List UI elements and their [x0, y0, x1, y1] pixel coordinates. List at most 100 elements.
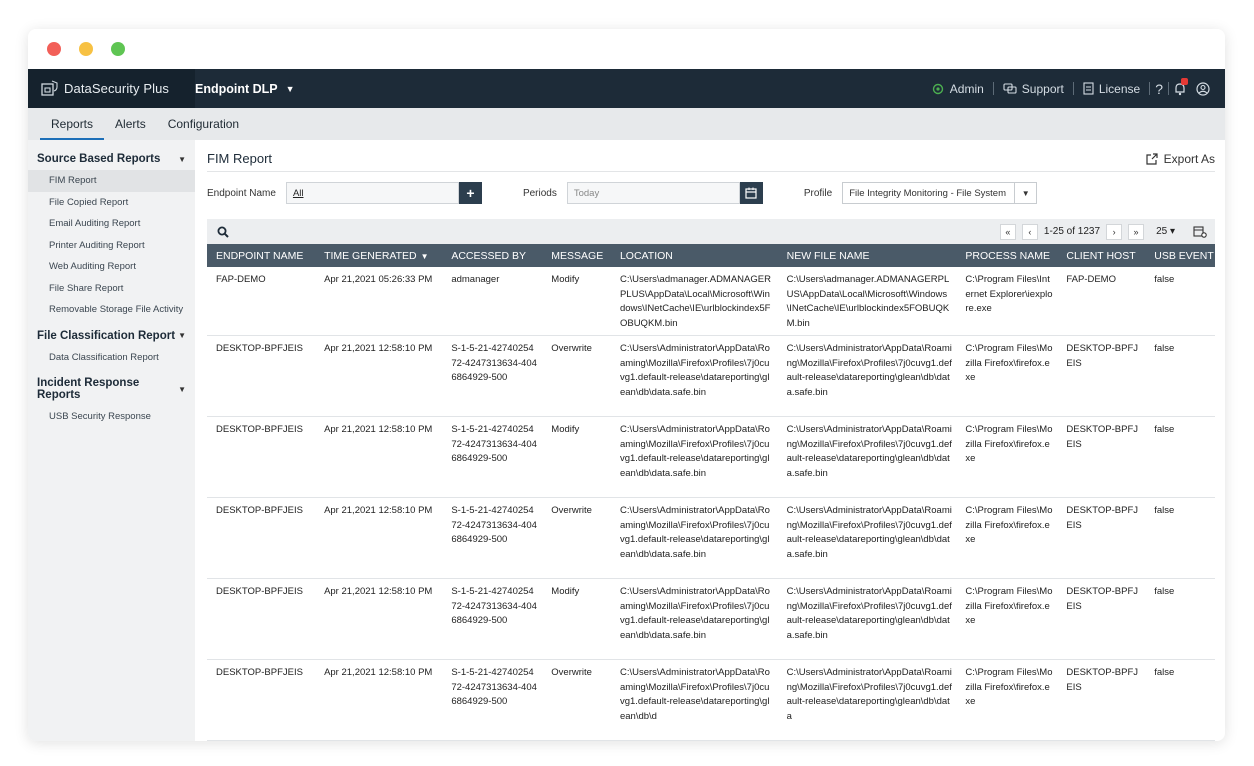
endpoint-name-cell: DESKTOP-BPFJEIS — [207, 416, 316, 498]
top-right-nav: Admin Support License ? — [922, 69, 1215, 108]
first-page-button[interactable]: « — [999, 223, 1016, 240]
table-row[interactable]: FAP-DEMO Apr 21,2021 05:26:33 PM admanager… — [207, 267, 1215, 336]
sort-desc-icon: ▼ — [420, 251, 429, 261]
sidebar-group-incident-response[interactable]: Incident Response Reports ▼ — [28, 372, 195, 406]
endpoint-name-cell: DESKTOP-BPFJEIS — [207, 578, 316, 660]
table-row[interactable]: DESKTOP-BPFJEIS Apr 21,2021 12:58:10 PM S-… — [207, 497, 1215, 579]
new-file-name-cell: C:\Users\Administrator\AppData\Roaming\M… — [777, 578, 957, 660]
client-host-cell: DESKTOP-BPFJEIS — [1057, 578, 1146, 660]
new-file-name-cell: C:\Users\Administrator\AppData\Roaming\M… — [777, 497, 957, 579]
sidebar-item-file-copied-report[interactable]: File Copied Report — [28, 192, 195, 214]
process-name-cell: C:\Program Files\Mozilla Firefox\firefox… — [956, 416, 1058, 498]
column-header-sorted[interactable]: TIME GENERATED ▼ — [315, 244, 443, 267]
support-link[interactable]: Support — [994, 82, 1073, 96]
license-link[interactable]: License — [1074, 82, 1149, 96]
column-header[interactable]: PROCESS NAME — [956, 244, 1058, 267]
admin-label: Admin — [949, 81, 984, 96]
sidebar-item-removable-storage[interactable]: Removable Storage File Activity — [28, 299, 195, 321]
column-header[interactable]: LOCATION — [610, 244, 778, 267]
window-titlebar — [28, 29, 1225, 69]
sidebar-item-web-auditing-report[interactable]: Web Auditing Report — [28, 256, 195, 278]
table-row[interactable]: DESKTOP-BPFJEIS Apr 21,2021 12:58:10 PM S-… — [207, 578, 1215, 660]
tab-reports[interactable]: Reports — [40, 108, 105, 140]
datasecurity-logo-icon — [41, 79, 58, 96]
sidebar-item-printer-auditing-report[interactable]: Printer Auditing Report — [28, 235, 195, 257]
client-host-cell: DESKTOP-BPFJEIS — [1057, 659, 1146, 741]
notifications-button[interactable] — [1169, 77, 1191, 96]
help-button[interactable]: ? — [1150, 81, 1168, 97]
module-tabs: Reports Alerts Configuration — [28, 108, 1225, 140]
table-row[interactable]: DESKTOP-BPFJEIS Apr 21,2021 12:58:10 PM S-… — [207, 416, 1215, 498]
close-window-button[interactable] — [47, 42, 61, 56]
brand-logo[interactable]: DataSecurity Plus — [28, 69, 195, 108]
column-header[interactable]: USB EVENT — [1145, 244, 1215, 267]
tab-label: Reports — [51, 117, 94, 131]
client-host-cell: FAP-DEMO — [1057, 267, 1146, 336]
sidebar-item-file-share-report[interactable]: File Share Report — [28, 278, 195, 300]
usb-event-cell: false — [1145, 416, 1215, 498]
message-cell: Overwrite — [542, 335, 611, 417]
sidebar-item-data-classification[interactable]: Data Classification Report — [28, 347, 195, 369]
sidebar-group-source-based[interactable]: Source Based Reports ▼ — [28, 148, 195, 170]
sidebar-group-file-classification[interactable]: File Classification Report ▼ — [28, 325, 195, 347]
column-settings-icon[interactable] — [1193, 225, 1207, 238]
product-name: Endpoint DLP — [195, 81, 278, 96]
new-file-name-cell: C:\Users\Administrator\AppData\Roaming\M… — [777, 335, 957, 417]
admin-link[interactable]: Admin — [922, 82, 993, 96]
message-cell: Overwrite — [542, 497, 611, 579]
time-generated-cell: Apr 21,2021 12:58:10 PM — [315, 416, 443, 498]
message-cell: Modify — [542, 578, 611, 660]
minimize-window-button[interactable] — [79, 42, 93, 56]
add-endpoint-button[interactable]: + — [458, 182, 482, 204]
table-row[interactable]: DESKTOP-BPFJEIS Apr 21,2021 12:58:10 PM S-… — [207, 335, 1215, 417]
column-header[interactable]: ENDPOINT NAME — [207, 244, 316, 267]
prev-page-button[interactable]: ‹ — [1021, 223, 1038, 240]
sidebar-group-label: Source Based Reports — [37, 153, 161, 165]
process-name-cell: C:\Program Files\Internet Explorer\iexpl… — [956, 267, 1058, 336]
client-host-cell: DESKTOP-BPFJEIS — [1057, 416, 1146, 498]
table-header-row: ENDPOINT NAME TIME GENERATED ▼ ACCESSED B… — [207, 244, 1215, 267]
table-row[interactable]: DESKTOP-BPFJEIS Apr 21,2021 12:58:10 PM S-… — [207, 659, 1215, 741]
column-header[interactable]: ACCESSED BY — [442, 244, 543, 267]
product-switcher[interactable]: Endpoint DLP ▼ — [195, 69, 295, 108]
location-cell: C:\Users\Administrator\AppData\Roaming\M… — [610, 497, 778, 579]
calendar-icon — [745, 187, 757, 199]
location-cell: C:\Users\Administrator\AppData\Roaming\M… — [610, 416, 778, 498]
export-icon — [1146, 152, 1158, 165]
usb-event-cell: false — [1145, 497, 1215, 579]
sidebar-item-usb-security-response[interactable]: USB Security Response — [28, 406, 195, 428]
profile-select[interactable]: File Integrity Monitoring - File System … — [842, 182, 1038, 204]
column-header[interactable]: CLIENT HOST — [1057, 244, 1146, 267]
export-button[interactable]: Export As — [1146, 152, 1215, 166]
column-header-label: TIME GENERATED — [324, 249, 417, 262]
time-generated-cell: Apr 21,2021 12:58:10 PM — [315, 497, 443, 579]
report-content: FIM Report Export As Endpoint Name All +… — [195, 140, 1225, 741]
search-icon[interactable] — [217, 226, 229, 238]
new-file-name-cell: C:\Users\admanager.ADMANAGERPLUS\AppData… — [777, 267, 957, 336]
user-avatar-icon — [1196, 81, 1210, 96]
page-size-select[interactable]: 25 ▾ — [1156, 226, 1175, 237]
maximize-window-button[interactable] — [111, 42, 125, 56]
filter-bar: Endpoint Name All + Periods Today Profil… — [207, 172, 1215, 214]
next-page-button[interactable]: › — [1106, 223, 1123, 240]
profile-select-value: File Integrity Monitoring - File System — [849, 187, 1006, 199]
column-header[interactable]: MESSAGE — [542, 244, 611, 267]
sidebar-group-label: Incident Response Reports — [37, 377, 140, 401]
tab-configuration[interactable]: Configuration — [157, 108, 250, 140]
calendar-button[interactable] — [739, 182, 763, 204]
tab-alerts[interactable]: Alerts — [104, 108, 157, 140]
periods-field[interactable]: Today — [566, 182, 740, 204]
top-navbar: DataSecurity Plus Endpoint DLP ▼ Admin S… — [28, 69, 1225, 108]
sidebar-item-fim-report[interactable]: FIM Report — [28, 170, 195, 192]
accessed-by-cell: S-1-5-21-4274025472-4247313634-404686492… — [442, 578, 543, 660]
column-header[interactable]: NEW FILE NAME — [777, 244, 957, 267]
accessed-by-cell: admanager — [442, 267, 543, 336]
last-page-button[interactable]: » — [1128, 223, 1145, 240]
endpoint-name-field[interactable]: All — [285, 182, 459, 204]
sidebar-item-email-auditing-report[interactable]: Email Auditing Report — [28, 213, 195, 235]
accessed-by-cell: S-1-5-21-4274025472-4247313634-404686492… — [442, 335, 543, 417]
user-profile-button[interactable] — [1191, 81, 1215, 96]
process-name-cell: C:\Program Files\Mozilla Firefox\firefox… — [956, 578, 1058, 660]
message-cell: Overwrite — [542, 659, 611, 741]
location-cell: C:\Users\Administrator\AppData\Roaming\M… — [610, 335, 778, 417]
